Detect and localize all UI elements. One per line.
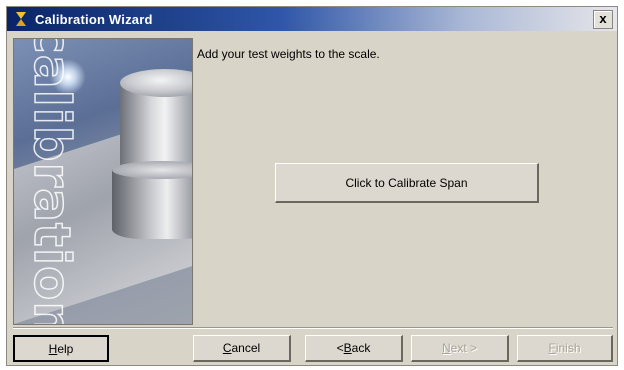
help-button[interactable]: Help	[13, 335, 109, 362]
next-button-suffix: ext >	[450, 341, 478, 355]
back-button[interactable]: < Back	[305, 335, 403, 362]
test-weight-base	[112, 169, 192, 239]
back-button-mnemonic: B	[343, 341, 352, 355]
next-button[interactable]: Next >	[411, 335, 509, 362]
finish-button-suffix: inish	[555, 341, 581, 355]
help-button-mnemonic: H	[48, 341, 58, 356]
next-button-mnemonic: N	[441, 341, 451, 355]
instruction-text: Add your test weights to the scale.	[197, 47, 380, 61]
window-title: Calibration Wizard	[35, 11, 153, 27]
wizard-content: Add your test weights to the scale. Clic…	[193, 38, 613, 323]
finish-button[interactable]: Finish	[517, 335, 613, 362]
cancel-button-mnemonic: C	[222, 341, 232, 355]
calibrate-span-button[interactable]: Click to Calibrate Span	[275, 163, 539, 203]
help-button-suffix: elp	[57, 341, 74, 356]
close-icon[interactable]: x	[593, 10, 613, 29]
back-button-prefix: <	[336, 341, 344, 355]
cancel-button-suffix: ancel	[231, 341, 261, 355]
cancel-button[interactable]: Cancel	[193, 335, 291, 362]
calibration-side-image: calibration	[13, 38, 193, 325]
back-button-suffix: ack	[351, 341, 371, 355]
finish-button-mnemonic: F	[548, 341, 556, 355]
side-panel-word: calibration	[22, 38, 82, 325]
footer-separator	[13, 327, 613, 329]
calibration-wizard-window: Calibration Wizard x calibration Add you…	[6, 6, 618, 366]
title-bar[interactable]: Calibration Wizard x	[7, 7, 617, 31]
hourglass-icon	[13, 11, 29, 27]
